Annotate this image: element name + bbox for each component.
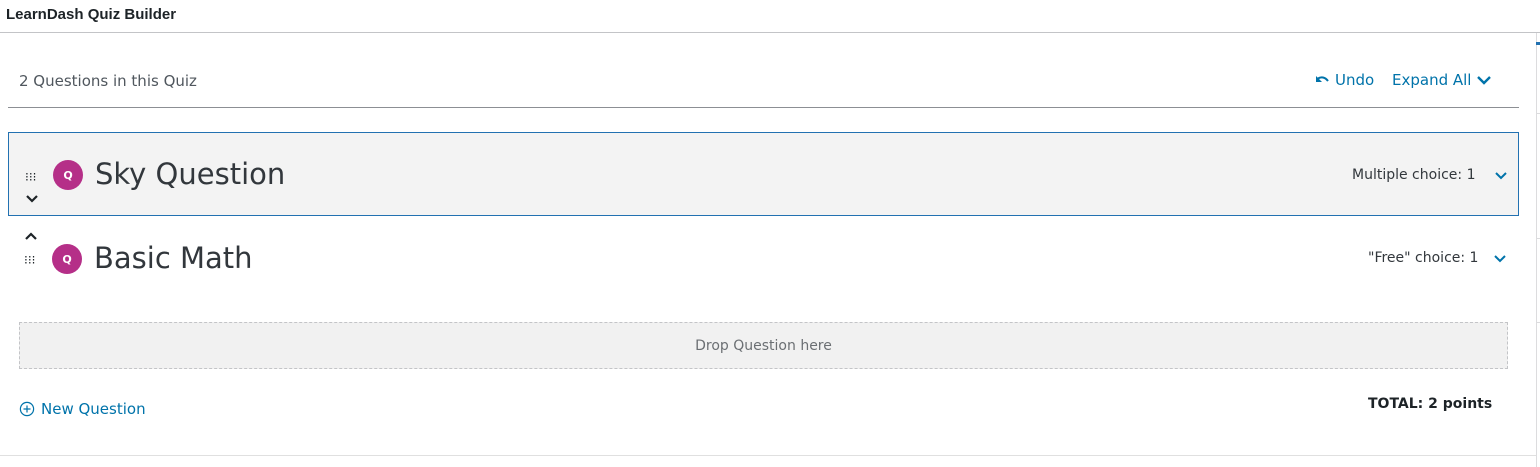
question-item[interactable]: ⁝⁝⁝ Q Basic Math "Free" choice: 1 [8,216,1519,300]
move-up-icon[interactable] [23,230,39,242]
chevron-down-icon [1477,75,1492,85]
question-count: 2 Questions in this Quiz [19,72,197,90]
quiz-header: 2 Questions in this Quiz Undo Expand All [8,56,1519,108]
chevron-down-icon[interactable] [1493,170,1509,182]
plus-circle-icon [19,401,35,417]
question-badge: Q [52,244,82,274]
expand-all-label: Expand All [1392,71,1472,89]
question-title[interactable]: Basic Math [94,241,253,275]
question-item[interactable]: ⁝⁝⁝ Q Sky Question Multiple choice: 1 [8,132,1519,216]
question-type: "Free" choice: 1 [1368,250,1479,266]
scroll-indicator [1536,42,1540,45]
drag-handle-icon[interactable]: ⁝⁝⁝ [24,254,35,266]
new-question-label: New Question [41,400,146,418]
new-question-button[interactable]: New Question [19,400,146,418]
question-type: Multiple choice: 1 [1352,167,1476,183]
expand-all-button[interactable]: Expand All [1392,71,1492,89]
panel-title: LearnDash Quiz Builder [0,0,1540,33]
drop-question-zone[interactable]: Drop Question here [19,322,1508,369]
total-points: TOTAL: 2 points [1368,396,1493,412]
footer-divider [0,455,1536,456]
chevron-down-icon[interactable] [1492,253,1508,265]
right-edge-divider [1536,33,1537,467]
undo-button[interactable]: Undo [1315,71,1374,89]
question-title[interactable]: Sky Question [95,157,285,191]
drag-handle-icon[interactable]: ⁝⁝⁝ [25,171,36,183]
question-badge: Q [53,160,83,190]
undo-label: Undo [1335,71,1375,89]
move-down-icon[interactable] [24,193,40,205]
undo-icon [1316,76,1329,82]
drop-zone-label: Drop Question here [695,337,832,354]
